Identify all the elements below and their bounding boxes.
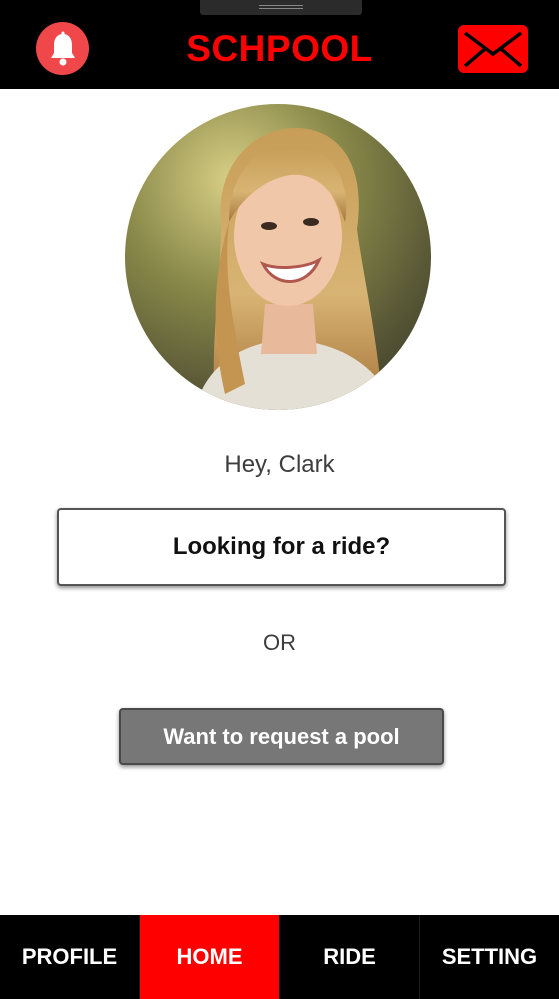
avatar xyxy=(125,104,431,410)
bottom-nav: PROFILE HOME RIDE SETTING xyxy=(0,915,559,999)
home-screen: SCHPOOL Hey, Clark Looking for a ride? O… xyxy=(0,0,559,999)
grip-line xyxy=(259,5,303,6)
nav-tab-profile[interactable]: PROFILE xyxy=(0,915,140,999)
greeting-text: Hey, Clark xyxy=(224,451,335,478)
nav-tab-home[interactable]: HOME xyxy=(140,915,280,999)
profile-photo xyxy=(125,104,431,410)
window-grabber[interactable] xyxy=(200,0,362,15)
or-divider-text: OR xyxy=(263,630,296,655)
messages-button[interactable] xyxy=(458,25,528,73)
looking-for-ride-button[interactable]: Looking for a ride? xyxy=(57,508,506,586)
grip-line xyxy=(259,8,303,9)
nav-tab-ride[interactable]: RIDE xyxy=(280,915,420,999)
request-pool-button[interactable]: Want to request a pool xyxy=(119,708,444,765)
nav-tab-setting[interactable]: SETTING xyxy=(420,915,559,999)
envelope-icon xyxy=(463,31,523,68)
